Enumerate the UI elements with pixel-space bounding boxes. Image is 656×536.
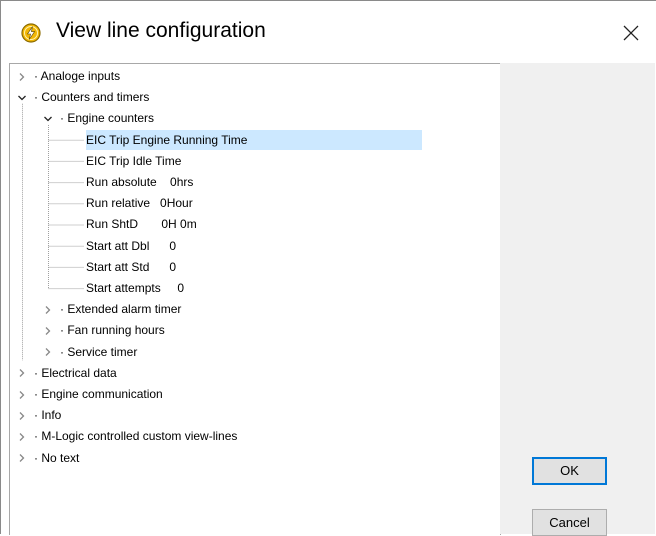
tree-leaf-item[interactable]: Start att Std 0 [86, 257, 176, 277]
tree-node[interactable]: · M-Logic controlled custom view-lines [34, 426, 237, 446]
tree-node[interactable]: · Fan running hours [60, 320, 165, 340]
tree-leaf-item[interactable]: Run absolute 0hrs [86, 172, 193, 192]
chevron-down-icon[interactable] [43, 114, 53, 124]
tree-view[interactable]: · Analoge inputs · Counters and timers · E… [9, 63, 501, 535]
tree-leaf-item[interactable]: Start attempts 0 [86, 278, 184, 298]
tree-node[interactable]: · Info [34, 405, 61, 425]
tree-node[interactable]: · Service timer [60, 342, 137, 362]
tree-item-label: Start att Dbl 0 [86, 238, 177, 253]
tree-item-label: · Extended alarm timer [60, 302, 182, 317]
lightning-bolt-icon [21, 23, 41, 43]
tree-item-label: Run relative 0Hour [86, 196, 193, 211]
chevron-down-icon[interactable] [17, 93, 27, 103]
chevron-right-icon[interactable] [43, 326, 53, 336]
cancel-button[interactable]: Cancel [532, 509, 607, 536]
tree-node[interactable]: · Electrical data [34, 363, 117, 383]
tree-leaf-item[interactable]: EIC Trip Idle Time [86, 151, 181, 171]
tree-item-label: · Info [34, 408, 62, 423]
tree-leaf-item[interactable]: Start att Dbl 0 [86, 236, 176, 256]
tree-node[interactable]: · Extended alarm timer [60, 299, 181, 319]
tree-item-label: · Engine communication [34, 387, 163, 401]
tree-item-label: · Analoge inputs [34, 69, 121, 83]
tree-item-label: · Service timer [60, 344, 138, 359]
tree-item-label: · Electrical data [34, 365, 117, 380]
title-bar: View line configuration [1, 1, 656, 59]
chevron-right-icon[interactable] [17, 411, 27, 421]
chevron-right-icon[interactable] [17, 368, 27, 378]
tree-leaf-item[interactable]: Run relative 0Hour [86, 193, 193, 213]
chevron-right-icon[interactable] [43, 347, 53, 357]
tree-node[interactable]: · No text [34, 448, 79, 468]
tree-leaf-item-selected[interactable]: EIC Trip Engine Running Time [86, 129, 422, 150]
chevron-right-icon[interactable] [17, 453, 27, 463]
tree-item-label: EIC Trip Idle Time [86, 153, 182, 168]
tree-item-label: · Fan running hours [60, 323, 165, 338]
tree-item-label: Run absolute 0hrs [86, 175, 194, 189]
ok-button[interactable]: OK [532, 457, 607, 485]
tree-item-label: · Engine counters [60, 111, 155, 126]
tree-item-label: · M-Logic controlled custom view-lines [34, 429, 238, 444]
close-icon[interactable] [619, 21, 643, 45]
tree-item-label: Start att Std 0 [86, 259, 177, 274]
tree-node[interactable]: · Engine counters [60, 108, 154, 128]
tree-leaf-item[interactable]: Run ShtD 0H 0m [86, 214, 197, 234]
tree-node[interactable]: · Counters and timers [34, 87, 149, 107]
tree-item-label: Start attempts 0 [86, 281, 185, 295]
tree-node[interactable]: · Analoge inputs [34, 66, 120, 86]
chevron-right-icon[interactable] [17, 390, 27, 400]
tree-item-label: EIC Trip Engine Running Time [86, 132, 248, 147]
chevron-right-icon[interactable] [17, 432, 27, 442]
window-title: View line configuration [56, 19, 266, 42]
chevron-right-icon[interactable] [43, 305, 53, 315]
tree-item-label: Run ShtD 0H 0m [86, 217, 197, 232]
chevron-right-icon[interactable] [17, 72, 27, 82]
tree-node[interactable]: · Engine communication [34, 384, 163, 404]
tree-item-label: · No text [34, 450, 80, 465]
tree-item-label: · Counters and timers [34, 90, 150, 105]
